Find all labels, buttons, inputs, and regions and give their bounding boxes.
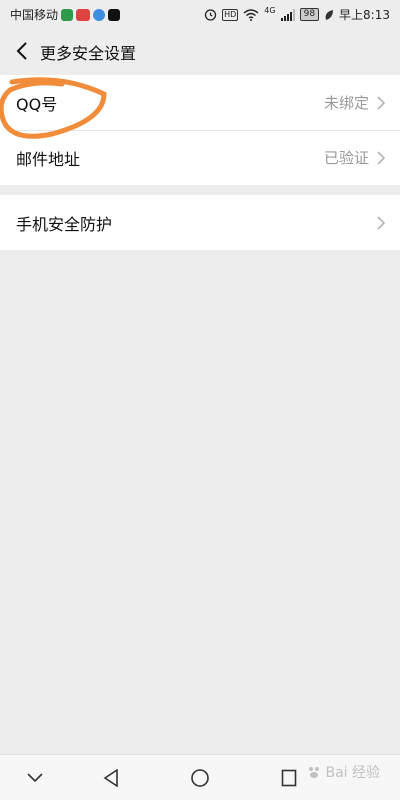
row-value: 已验证 [323, 149, 369, 167]
browser-notification-icon [93, 8, 106, 21]
row-label: 手机安全防护 [16, 214, 113, 234]
nav-recents-button[interactable] [274, 763, 304, 793]
system-nav-bar [0, 754, 400, 800]
settings-group-accounts: QQ号 未绑定 邮件地址 已验证 [0, 75, 400, 185]
chevron-right-icon [377, 215, 386, 230]
row-label: QQ号 [16, 94, 58, 114]
battery-icon: 98 [299, 8, 320, 21]
circle-home-icon [191, 769, 209, 787]
chevron-down-icon [27, 773, 43, 783]
nav-home-button[interactable] [185, 763, 215, 793]
tiktok-notification-icon [108, 8, 121, 21]
network-type-label: 4G [264, 6, 276, 15]
status-left: 中国移动 [10, 6, 121, 23]
page-title: 更多安全设置 [40, 44, 137, 63]
screen: 中国移动 HD 4G 98 早上8:13 更多安全设置 QQ号 未绑定 邮件地址… [0, 0, 400, 800]
nav-header: 更多安全设置 [0, 28, 400, 74]
nav-collapse-button[interactable] [20, 763, 50, 793]
carrier-label: 中国移动 [10, 8, 59, 22]
row-label: 邮件地址 [16, 149, 81, 169]
leaf-icon [325, 9, 334, 20]
settings-group-phone: 手机安全防护 [0, 195, 400, 250]
signal-icon [280, 8, 295, 21]
back-button[interactable] [6, 35, 38, 67]
status-bar: 中国移动 HD 4G 98 早上8:13 [0, 0, 400, 28]
status-right: HD 4G 98 早上8:13 [204, 6, 390, 23]
chevron-left-icon [16, 42, 27, 60]
news-notification-icon [76, 8, 91, 21]
app-notification-icon [61, 8, 74, 21]
nav-back-button[interactable] [96, 763, 126, 793]
chevron-right-icon [377, 95, 386, 110]
triangle-back-icon [103, 769, 118, 787]
chevron-right-icon [377, 150, 386, 165]
wifi-icon [243, 8, 259, 21]
qq-number-row[interactable]: QQ号 未绑定 [0, 75, 400, 130]
row-value: 未绑定 [323, 94, 369, 112]
square-recents-icon [281, 769, 297, 787]
alarm-icon [204, 9, 217, 21]
hd-icon: HD [222, 8, 239, 21]
clock: 早上8:13 [339, 8, 390, 22]
email-address-row[interactable]: 邮件地址 已验证 [0, 130, 400, 185]
phone-security-row[interactable]: 手机安全防护 [0, 195, 400, 250]
